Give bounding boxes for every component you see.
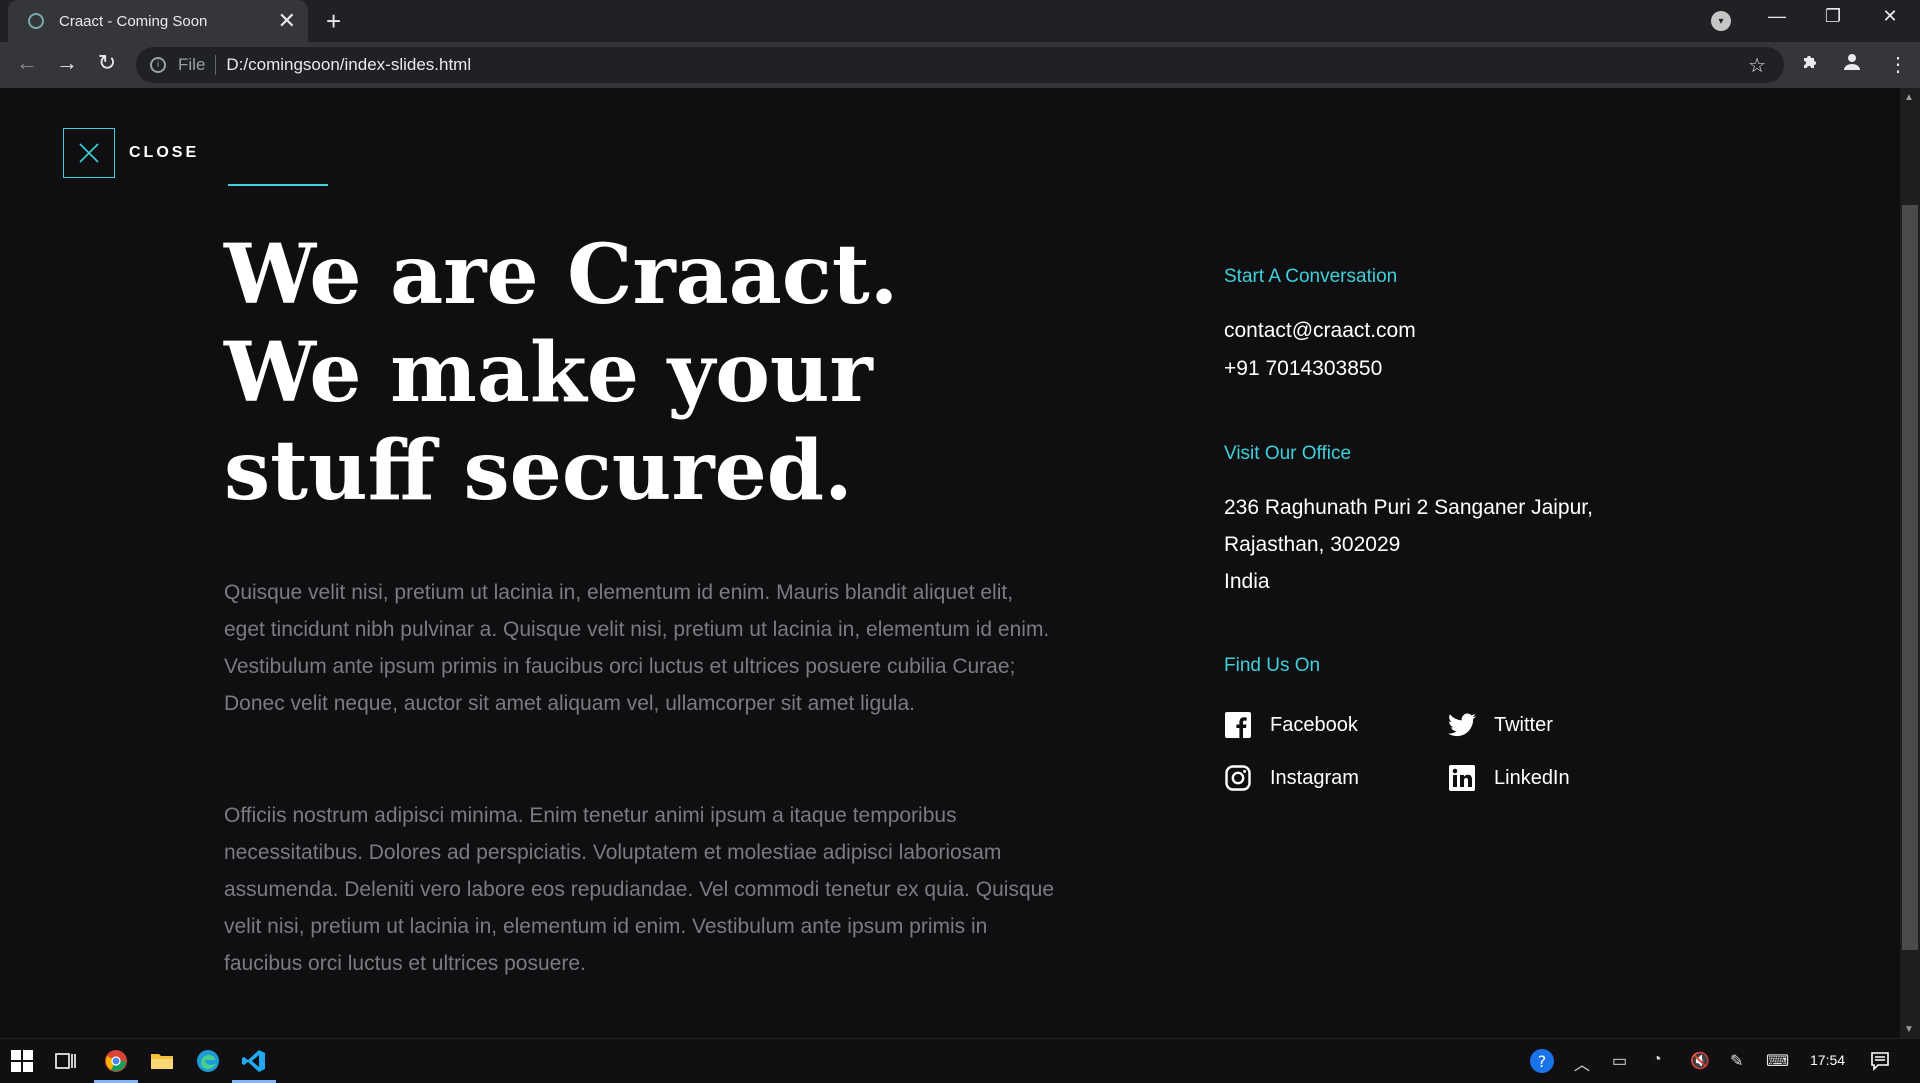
battery-icon[interactable]: ▭ [1612,1051,1627,1071]
accent-divider [228,184,328,186]
tab-title: Craact - Coming Soon [59,12,208,30]
profile-icon[interactable] [1842,52,1862,78]
social-link-twitter[interactable]: Twitter [1448,711,1553,739]
facebook-label: Facebook [1270,713,1358,736]
office-section: Visit Our Office [1224,443,1351,465]
office-address-line2: Rajasthan, 302029 [1224,533,1401,556]
linkedin-label: LinkedIn [1494,766,1570,789]
more-menu-icon[interactable]: ⋮ [1888,52,1908,77]
file-explorer-icon[interactable] [148,1049,176,1073]
intro-paragraph: Quisque velit nisi, pretium ut lacinia i… [224,581,1050,715]
back-button[interactable]: ← [12,50,42,76]
social-label: Find Us On [1224,655,1321,676]
bookmark-star-icon[interactable]: ☆ [1748,53,1766,78]
twitter-icon [1448,711,1476,739]
tab-close-icon[interactable]: ✕ [278,10,296,32]
pen-icon[interactable]: ✎ [1730,1051,1743,1071]
svg-text:?: ? [1538,1052,1547,1071]
minimize-button[interactable]: — [1757,6,1797,27]
windows-taskbar: ? ︿ ▭ ◔ 🔇 ✎ ⌨ 17:54 [0,1038,1920,1083]
tab-search-icon[interactable]: ▾ [1711,11,1731,31]
scroll-down-arrow-icon[interactable]: ▼ [1904,1024,1914,1035]
taskbar-clock[interactable]: 17:54 [1810,1052,1845,1068]
instagram-label: Instagram [1270,766,1359,789]
browser-toolbar: ← → ↻ i File D:/comingsoon/index-slides.… [0,42,1920,88]
office-label: Visit Our Office [1224,443,1352,464]
office-address-line3: India [1224,570,1270,593]
network-icon[interactable]: ◔ [1652,1051,1662,1069]
tray-chevron-up-icon[interactable]: ︿ [1574,1051,1590,1075]
notifications-icon[interactable] [1870,1051,1890,1076]
keyboard-icon[interactable]: ⌨ [1766,1051,1789,1071]
close-label[interactable]: CLOSE [129,144,199,162]
chrome-icon[interactable] [94,1049,138,1083]
task-view-icon[interactable] [52,1049,80,1073]
facebook-icon [1224,711,1252,739]
favicon-icon [28,13,44,29]
restore-button[interactable]: ❐ [1813,6,1853,27]
vscode-icon[interactable] [232,1049,276,1083]
page-headline: We are Craact. We make your stuff secure… [224,227,899,519]
instagram-icon [1224,764,1252,792]
conversation-section: Start A Conversation [1224,266,1397,288]
browser-tab-strip: Craact - Coming Soon ✕ + ▾ — ❐ ✕ [0,0,1920,42]
reload-button[interactable]: ↻ [92,50,122,76]
forward-button[interactable]: → [52,50,82,76]
linkedin-icon [1448,764,1476,792]
close-button[interactable] [63,128,115,178]
scroll-up-arrow-icon[interactable]: ▲ [1904,92,1914,103]
office-address-line1: 236 Raghunath Puri 2 Sanganer Jaipur, [1224,496,1593,519]
volume-muted-icon[interactable]: 🔇 [1690,1051,1710,1071]
twitter-label: Twitter [1494,713,1553,736]
new-tab-button[interactable]: + [326,7,341,35]
secondary-paragraph: Officiis nostrum adipisci minima. Enim t… [224,804,1055,975]
address-bar[interactable]: i File D:/comingsoon/index-slides.html ☆ [136,47,1784,83]
conversation-label: Start A Conversation [1224,266,1398,287]
help-icon[interactable]: ? [1528,1047,1556,1080]
social-link-linkedin[interactable]: LinkedIn [1448,764,1570,792]
edge-icon[interactable] [194,1049,222,1073]
social-link-facebook[interactable]: Facebook [1224,711,1358,739]
window-close-button[interactable]: ✕ [1870,6,1910,27]
address-url[interactable]: D:/comingsoon/index-slides.html [226,55,471,75]
social-section: Find Us On [1224,655,1320,677]
address-scheme: File [178,55,217,75]
site-info-icon[interactable]: i [150,57,166,73]
browser-tab[interactable]: Craact - Coming Soon ✕ [8,0,308,42]
scrollbar-thumb[interactable] [1902,205,1918,950]
social-link-instagram[interactable]: Instagram [1224,764,1359,792]
extensions-puzzle-icon[interactable] [1800,52,1820,78]
contact-phone[interactable]: +91 7014303850 [1224,350,1382,387]
windows-start-icon[interactable] [8,1049,36,1073]
contact-email[interactable]: contact@craact.com [1224,312,1416,349]
close-x-icon [79,143,99,163]
